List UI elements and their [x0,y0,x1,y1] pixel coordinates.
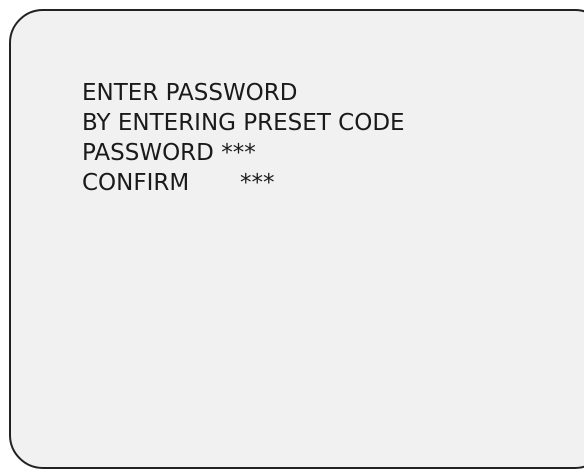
confirm-field[interactable]: *** [240,168,275,198]
subtitle-line-preset-code: BY ENTERING PRESET CODE [82,110,405,136]
password-field[interactable]: *** [221,138,256,168]
confirm-row[interactable]: CONFIRM *** [82,168,405,198]
osd-menu: ENTER PASSWORD BY ENTERING PRESET CODE P… [82,78,405,198]
title-line-enter-password: ENTER PASSWORD [82,80,298,106]
password-label: PASSWORD [82,140,214,166]
password-row[interactable]: PASSWORD *** [82,138,405,168]
confirm-label: CONFIRM [82,170,190,196]
